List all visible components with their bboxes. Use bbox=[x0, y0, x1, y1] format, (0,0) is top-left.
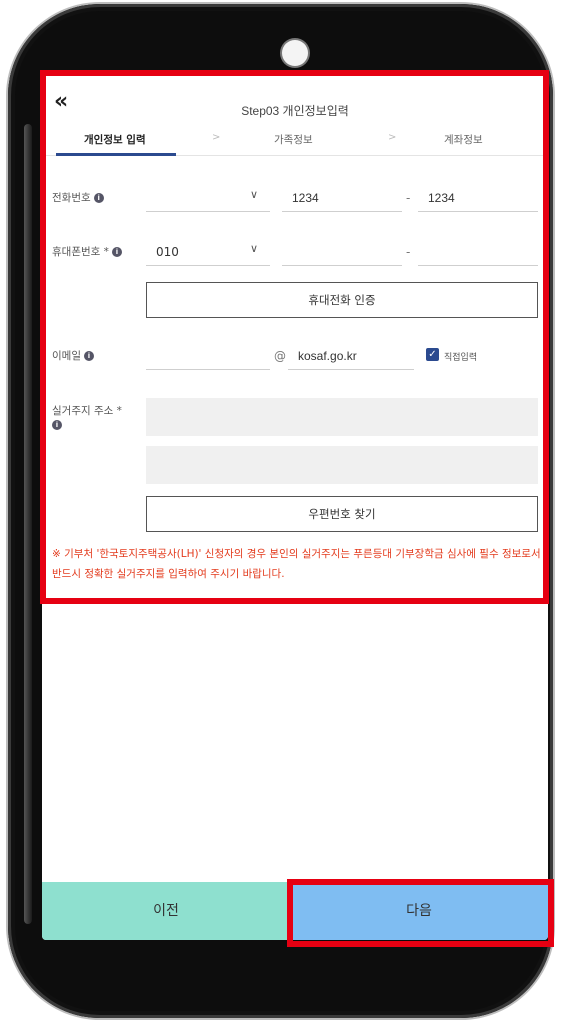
chevron-down-icon: ∨ bbox=[250, 242, 259, 255]
phone-label: 전화번호 i bbox=[52, 190, 104, 205]
info-icon[interactable]: i bbox=[111, 247, 122, 257]
prev-button[interactable]: 이전 bbox=[42, 882, 290, 940]
mobile-prefix-select[interactable]: 010 ∨ bbox=[146, 238, 270, 266]
phone-last-value: 1234 bbox=[428, 191, 455, 205]
phone-middle-input[interactable]: 1234 bbox=[282, 184, 402, 212]
mobile-last-input[interactable] bbox=[418, 238, 538, 266]
address-line1-input[interactable] bbox=[146, 398, 538, 436]
phone-last-input[interactable]: 1234 bbox=[418, 184, 538, 212]
verify-mobile-button[interactable]: 휴대전화 인증 bbox=[146, 282, 538, 318]
phone-dash: - bbox=[406, 191, 411, 205]
email-domain-value: kosaf.go.kr bbox=[298, 349, 357, 363]
mobile-prefix-value: 010 bbox=[156, 245, 179, 259]
phone-middle-value: 1234 bbox=[292, 191, 319, 205]
mobile-label-text: 휴대폰번호 * bbox=[52, 246, 109, 258]
step-separator: > bbox=[212, 132, 221, 143]
phone-label-text: 전화번호 bbox=[52, 192, 91, 204]
app-screen: « Step03 개인정보입력 개인정보 입력 > 가족정보 > 계좌정보 전화… bbox=[42, 72, 548, 940]
email-local-input[interactable] bbox=[146, 342, 270, 370]
direct-input-label: 직접입력 bbox=[444, 353, 478, 363]
camera-icon bbox=[282, 40, 308, 66]
info-icon[interactable]: i bbox=[52, 420, 62, 430]
step-tabs: 개인정보 입력 > 가족정보 > 계좌정보 bbox=[42, 126, 548, 156]
tab-personal-info[interactable]: 개인정보 입력 bbox=[84, 132, 146, 147]
info-icon[interactable]: i bbox=[93, 193, 104, 203]
mobile-dash: - bbox=[406, 245, 411, 259]
email-at-sign: @ bbox=[274, 349, 286, 363]
zip-search-button[interactable]: 우편번호 찾기 bbox=[146, 496, 538, 532]
phone-edge-left bbox=[24, 124, 32, 924]
tab-account-info[interactable]: 계좌정보 bbox=[444, 132, 483, 147]
next-button[interactable]: 다음 bbox=[290, 882, 548, 940]
active-tab-indicator bbox=[56, 153, 176, 156]
phone-area-select[interactable]: ∨ bbox=[146, 184, 270, 212]
step-separator: > bbox=[388, 132, 397, 143]
mobile-middle-input[interactable] bbox=[282, 238, 402, 266]
email-label: 이메일 i bbox=[52, 348, 94, 363]
address-label-text: 실거주지 주소 * bbox=[52, 405, 122, 417]
address-label: 실거주지 주소 * i bbox=[52, 404, 136, 432]
address-notice: ※ 기부처 '한국토지주택공사(LH)' 신청자의 경우 본인의 실거주지는 푸… bbox=[52, 548, 541, 580]
info-icon[interactable]: i bbox=[83, 351, 94, 361]
address-line2-input[interactable] bbox=[146, 446, 538, 484]
tab-family-info[interactable]: 가족정보 bbox=[274, 132, 313, 147]
chevron-down-icon: ∨ bbox=[250, 188, 259, 201]
bottom-nav: 이전 다음 bbox=[42, 882, 548, 940]
mobile-label: 휴대폰번호 * i bbox=[52, 244, 122, 259]
email-domain-input[interactable]: kosaf.go.kr bbox=[288, 342, 414, 370]
email-label-text: 이메일 bbox=[52, 350, 81, 362]
header: « Step03 개인정보입력 bbox=[42, 90, 548, 120]
page-title: Step03 개인정보입력 bbox=[241, 104, 349, 118]
direct-input-checkbox[interactable]: ✓ bbox=[426, 348, 439, 361]
